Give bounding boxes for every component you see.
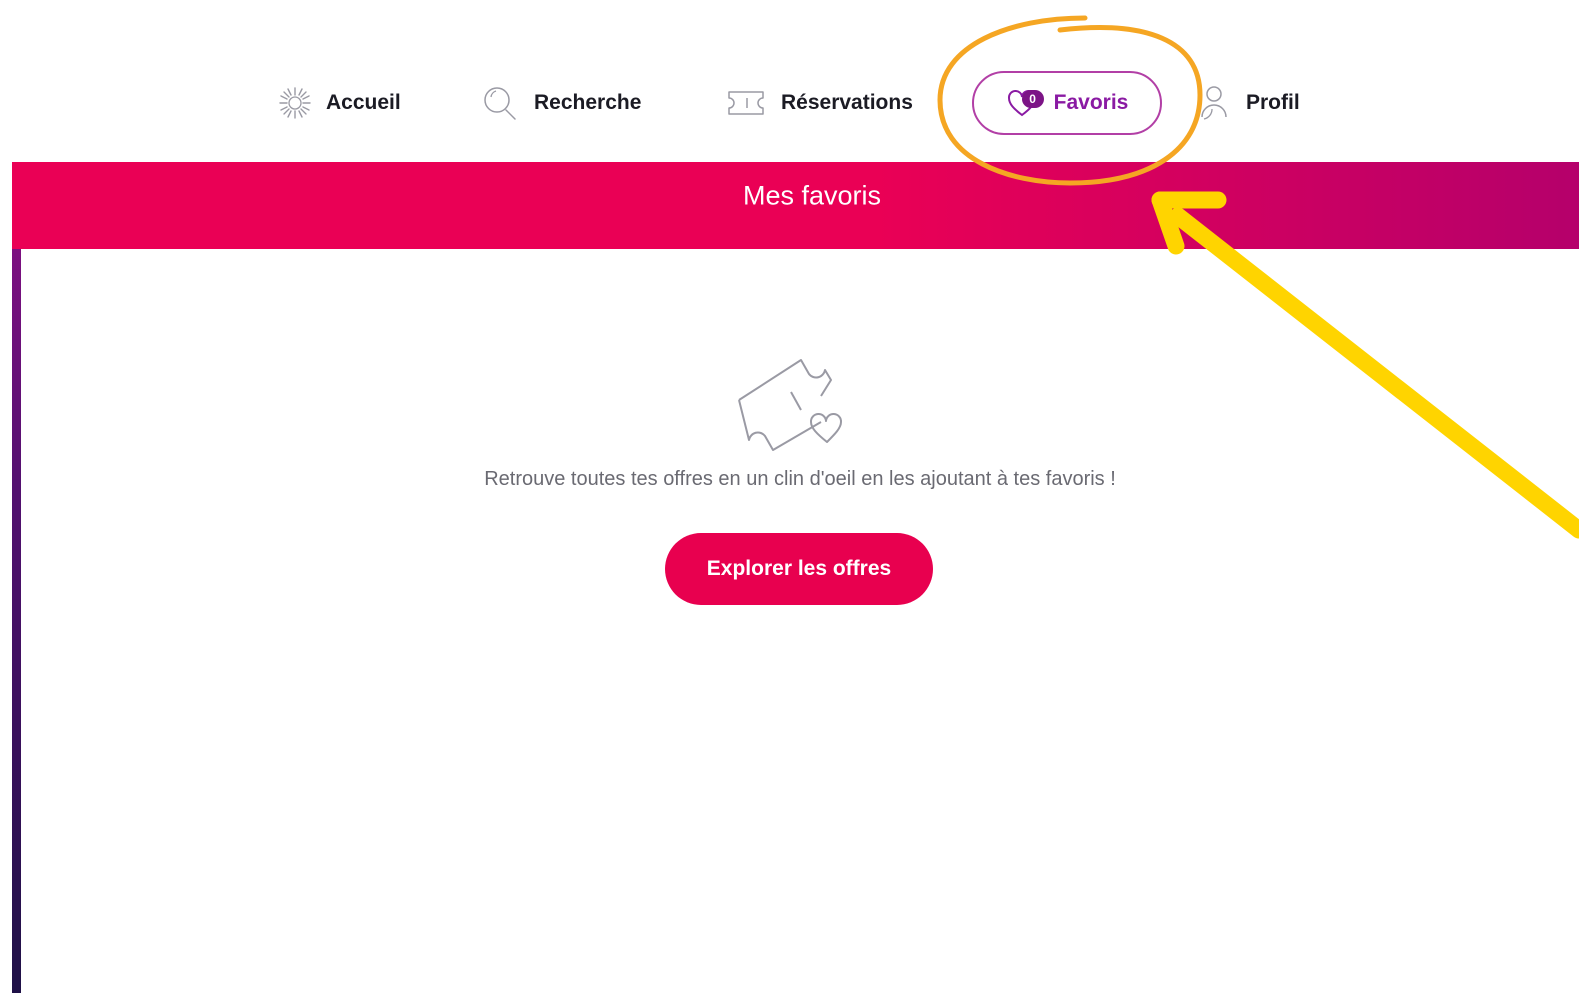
nav-item-reservations[interactable]: Réservations: [725, 71, 913, 135]
page-header: Mes favoris: [12, 162, 1579, 249]
nav-item-accueil[interactable]: Accueil: [278, 71, 401, 135]
nav-item-recherche[interactable]: Recherche: [480, 71, 641, 135]
nav-item-profil[interactable]: Profil: [1198, 71, 1300, 135]
page-title: Mes favoris: [742, 180, 882, 211]
nav-label-favoris: Favoris: [1053, 91, 1129, 114]
ticket-heart-icon: [733, 352, 867, 461]
favoris-count-badge: 0: [1021, 90, 1044, 108]
nav-label-profil: Profil: [1246, 91, 1300, 114]
nav-label-accueil: Accueil: [326, 91, 401, 114]
search-icon: [480, 83, 520, 123]
home-sun-icon: [278, 86, 312, 120]
explore-offers-button[interactable]: Explorer les offres: [665, 533, 933, 605]
nav-item-favoris[interactable]: 0 Favoris: [972, 71, 1162, 135]
heart-icon: 0: [1006, 88, 1048, 118]
nav-label-recherche: Recherche: [534, 91, 642, 114]
annotation-overlay: [937, 15, 1579, 539]
user-icon: [1198, 83, 1232, 123]
left-edge-strip: [12, 162, 21, 993]
page: Accueil Recherche Réservations 0 Favoris…: [0, 0, 1579, 993]
empty-state-message: Retrouve toutes tes offres en un clin d'…: [484, 468, 1116, 490]
ticket-icon: [725, 85, 767, 121]
nav-label-reservations: Réservations: [781, 91, 913, 114]
